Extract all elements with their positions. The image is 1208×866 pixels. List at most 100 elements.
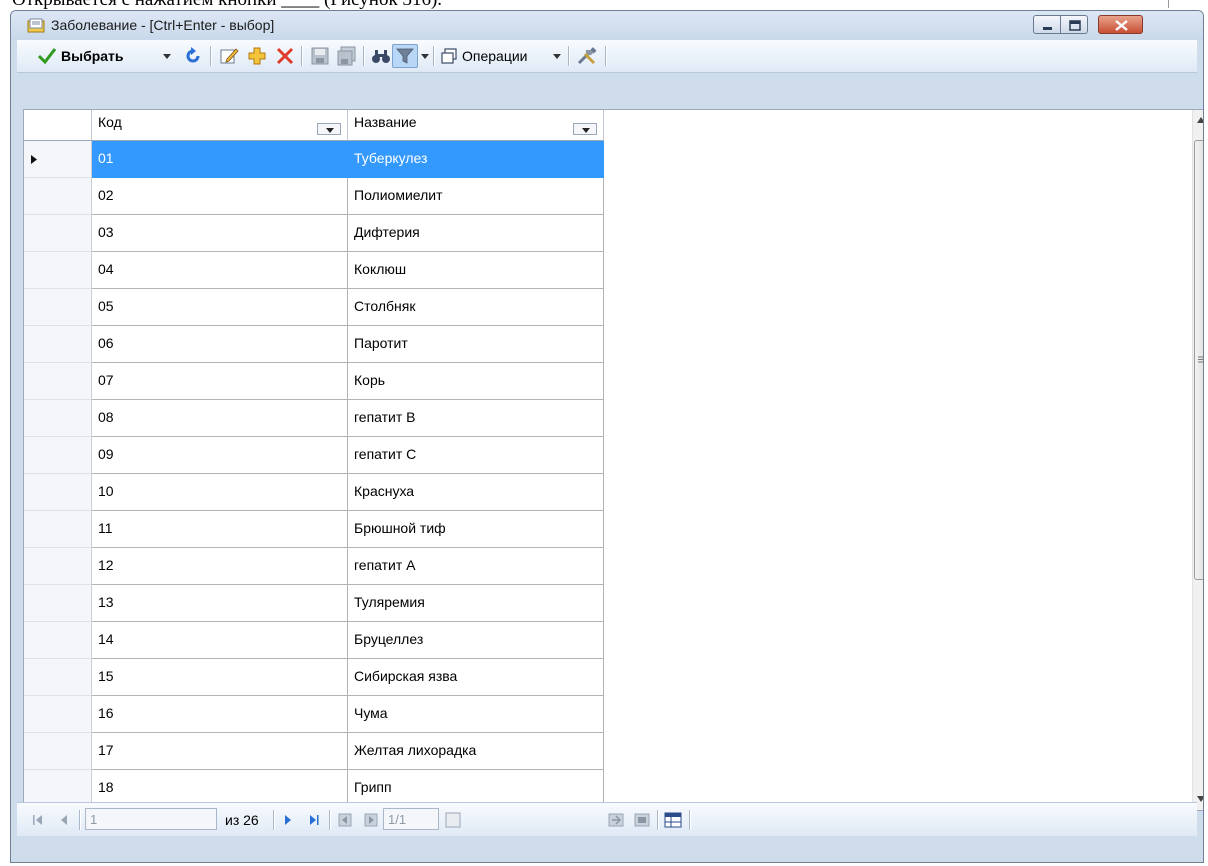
cell-code[interactable]: 14	[92, 622, 348, 659]
page-number-input[interactable]: 1	[85, 808, 217, 830]
cell-name[interactable]: гепатит С	[348, 437, 604, 474]
cell-code[interactable]: 01	[92, 141, 348, 178]
table-row[interactable]: 10 Краснуха	[24, 474, 604, 511]
cell-code[interactable]: 11	[92, 511, 348, 548]
row-header[interactable]	[24, 511, 92, 548]
table-row[interactable]: 08 гепатит В	[24, 400, 604, 437]
cell-code[interactable]: 10	[92, 474, 348, 511]
tools-button[interactable]	[576, 44, 598, 68]
cell-name[interactable]: Корь	[348, 363, 604, 400]
row-header[interactable]	[24, 363, 92, 400]
cell-code[interactable]: 08	[92, 400, 348, 437]
row-header[interactable]	[24, 437, 92, 474]
table-row[interactable]: 06 Паротит	[24, 326, 604, 363]
cell-code[interactable]: 13	[92, 585, 348, 622]
column-filter-code-button[interactable]	[317, 123, 341, 135]
next-record-page-button[interactable]	[363, 810, 379, 830]
table-row[interactable]: 03 Дифтерия	[24, 215, 604, 252]
cell-name[interactable]: Чума	[348, 696, 604, 733]
filter-dropdown-button[interactable]	[420, 44, 430, 68]
row-header[interactable]	[24, 548, 92, 585]
filter-button[interactable]	[392, 44, 418, 68]
table-row[interactable]: 02 Полиомиелит	[24, 178, 604, 215]
column-header-code[interactable]: Код	[92, 110, 348, 141]
cell-code[interactable]: 07	[92, 363, 348, 400]
cell-name[interactable]: Полиомиелит	[348, 178, 604, 215]
next-page-button[interactable]	[281, 810, 295, 830]
table-row[interactable]: 04 Коклюш	[24, 252, 604, 289]
delete-button[interactable]	[275, 44, 295, 68]
row-header[interactable]	[24, 289, 92, 326]
row-header[interactable]	[24, 178, 92, 215]
select-dropdown-button[interactable]	[162, 44, 172, 68]
page-indicator[interactable]: 1/1	[383, 808, 439, 830]
column-header-name[interactable]: Название	[348, 110, 604, 141]
export-button[interactable]	[633, 810, 651, 830]
cell-name[interactable]: Дифтерия	[348, 215, 604, 252]
cell-name[interactable]: Паротит	[348, 326, 604, 363]
table-row[interactable]: 15 Сибирская язва	[24, 659, 604, 696]
maximize-button[interactable]	[1060, 15, 1088, 34]
cell-code[interactable]: 03	[92, 215, 348, 252]
minimize-button[interactable]	[1033, 15, 1061, 34]
table-row[interactable]: 12 гепатит А	[24, 548, 604, 585]
previous-record-page-button[interactable]	[337, 810, 353, 830]
cell-name[interactable]: Коклюш	[348, 252, 604, 289]
previous-page-button[interactable]	[57, 810, 71, 830]
row-header[interactable]	[24, 696, 92, 733]
row-header[interactable]	[24, 326, 92, 363]
scroll-down-icon[interactable]	[1196, 795, 1204, 803]
cell-name[interactable]: Туберкулез	[348, 141, 604, 178]
first-page-button[interactable]	[31, 810, 45, 830]
find-button[interactable]	[371, 44, 391, 68]
cell-name[interactable]: гепатит В	[348, 400, 604, 437]
cell-name[interactable]: Столбняк	[348, 289, 604, 326]
table-row[interactable]: 01 Туберкулез	[24, 141, 604, 178]
table-row[interactable]: 05 Столбняк	[24, 289, 604, 326]
cell-code[interactable]: 04	[92, 252, 348, 289]
row-header[interactable]	[24, 585, 92, 622]
select-button[interactable]: Выбрать	[37, 44, 124, 68]
table-row[interactable]: 13 Туляремия	[24, 585, 604, 622]
table-row[interactable]: 07 Корь	[24, 363, 604, 400]
edit-button[interactable]	[219, 44, 239, 68]
table-view-button[interactable]	[664, 810, 682, 830]
table-row[interactable]: 14 Бруцеллез	[24, 622, 604, 659]
row-header[interactable]	[24, 400, 92, 437]
cell-name[interactable]: Краснуха	[348, 474, 604, 511]
cell-code[interactable]: 02	[92, 178, 348, 215]
cell-code[interactable]: 12	[92, 548, 348, 585]
cell-name[interactable]: Сибирская язва	[348, 659, 604, 696]
cell-name[interactable]: Туляремия	[348, 585, 604, 622]
row-header[interactable]	[24, 252, 92, 289]
cell-name[interactable]: Брюшной тиф	[348, 511, 604, 548]
table-row[interactable]: 11 Брюшной тиф	[24, 511, 604, 548]
save-all-button[interactable]	[337, 44, 357, 68]
cell-name[interactable]: Желтая лихорадка	[348, 733, 604, 770]
scroll-up-icon[interactable]	[1196, 116, 1204, 124]
last-page-button[interactable]	[307, 810, 321, 830]
row-header[interactable]	[24, 622, 92, 659]
close-button[interactable]	[1098, 15, 1143, 34]
add-button[interactable]	[247, 44, 267, 68]
operations-dropdown-button[interactable]	[552, 44, 562, 68]
import-button[interactable]	[607, 810, 625, 830]
column-filter-name-button[interactable]	[573, 123, 597, 135]
vertical-scrollbar[interactable]	[1192, 110, 1204, 810]
scrollbar-thumb[interactable]	[1194, 140, 1203, 580]
row-header[interactable]	[24, 215, 92, 252]
cell-code[interactable]: 05	[92, 289, 348, 326]
cell-code[interactable]: 09	[92, 437, 348, 474]
cell-code[interactable]: 16	[92, 696, 348, 733]
cell-name[interactable]: гепатит А	[348, 548, 604, 585]
cell-code[interactable]: 06	[92, 326, 348, 363]
row-header[interactable]	[24, 733, 92, 770]
table-row[interactable]: 09 гепатит С	[24, 437, 604, 474]
operations-button[interactable]: Операции	[440, 44, 528, 68]
title-bar[interactable]: Заболевание - [Ctrl+Enter - выбор]	[11, 11, 1203, 40]
cell-code[interactable]: 17	[92, 733, 348, 770]
cell-code[interactable]: 15	[92, 659, 348, 696]
grid-page-button[interactable]	[445, 810, 461, 830]
row-header[interactable]	[24, 141, 92, 178]
cell-name[interactable]: Бруцеллез	[348, 622, 604, 659]
